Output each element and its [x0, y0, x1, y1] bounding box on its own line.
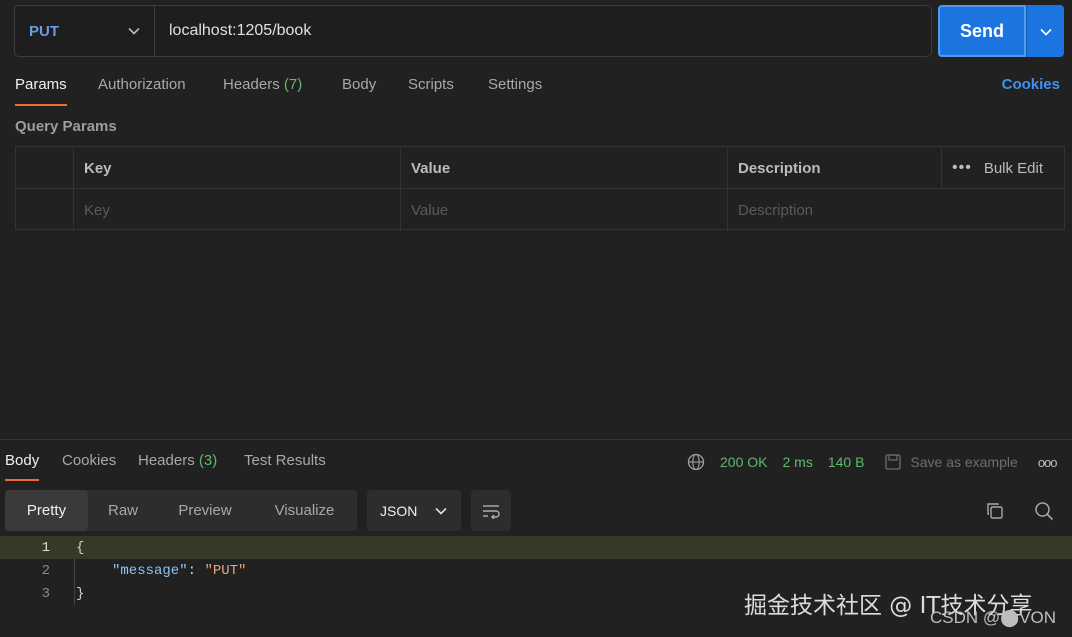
json-key: "message": [112, 562, 188, 579]
param-value-cell: [401, 189, 728, 231]
more-options-icon[interactable]: ooo: [1038, 455, 1058, 470]
response-tab-body[interactable]: Body: [5, 452, 40, 481]
format-select[interactable]: JSON: [367, 490, 461, 531]
param-key-cell: [74, 189, 401, 231]
row-checkbox-cell: [16, 189, 74, 231]
save-icon: [884, 453, 902, 471]
tab-settings[interactable]: Settings: [488, 76, 542, 93]
request-tabs: Params Authorization Headers (7) Body Sc…: [15, 74, 1060, 106]
send-button[interactable]: Send: [938, 5, 1026, 57]
view-visualize[interactable]: Visualize: [252, 490, 357, 531]
tab-params[interactable]: Params: [15, 76, 67, 106]
code-text: "message": "PUT": [112, 563, 246, 579]
chevron-down-icon: [128, 27, 140, 35]
save-as-example-button[interactable]: Save as example: [910, 454, 1017, 470]
tab-headers[interactable]: Headers (7): [223, 76, 302, 93]
more-options-icon[interactable]: •••: [952, 159, 972, 177]
response-tabs: Body Cookies Headers (3) Test Results 20…: [5, 451, 1072, 481]
json-value: "PUT": [204, 562, 247, 579]
tab-body[interactable]: Body: [342, 76, 376, 93]
params-header-row: Key Value Description ••• Bulk Edit: [16, 147, 1064, 189]
checkbox-column: [16, 147, 74, 189]
chevron-down-icon: [435, 507, 447, 515]
param-value-input[interactable]: [411, 201, 727, 219]
cookies-link[interactable]: Cookies: [1002, 76, 1060, 93]
view-pretty[interactable]: Pretty: [5, 490, 88, 531]
send-options-button[interactable]: [1026, 5, 1064, 57]
view-mode-group: Pretty Raw Preview Visualize: [5, 490, 357, 531]
response-headers-label: Headers: [138, 452, 195, 469]
format-label: JSON: [380, 502, 418, 519]
response-headers-count: (3): [198, 452, 218, 469]
params-table: Key Value Description ••• Bulk Edit: [15, 146, 1065, 231]
wrap-lines-button[interactable]: [471, 490, 511, 531]
send-group: Send: [938, 5, 1064, 57]
search-icon[interactable]: [1031, 498, 1057, 524]
code-line: 2 "message": "PUT": [0, 559, 1072, 582]
method-select[interactable]: PUT: [15, 6, 155, 56]
response-size[interactable]: 140 B: [828, 454, 865, 470]
chevron-down-icon: [1039, 24, 1052, 39]
column-value: Value: [401, 147, 728, 189]
globe-icon[interactable]: [687, 453, 705, 471]
line-number: 3: [41, 585, 50, 602]
bulk-edit-area: ••• Bulk Edit: [942, 147, 1066, 189]
line-number: 2: [41, 562, 50, 579]
status-code[interactable]: 200 OK: [720, 454, 767, 470]
method-label: PUT: [29, 22, 59, 40]
param-description-cell: [728, 189, 1064, 231]
copy-icon[interactable]: [982, 498, 1008, 524]
wrap-icon: [481, 503, 501, 519]
json-separator: :: [187, 562, 205, 579]
request-bar: PUT: [14, 5, 932, 57]
tab-scripts[interactable]: Scripts: [408, 76, 454, 93]
code-text: {: [76, 539, 85, 556]
param-description-input[interactable]: [738, 201, 1064, 219]
response-toolbar: Pretty Raw Preview Visualize JSON: [5, 490, 1065, 531]
column-key: Key: [74, 147, 401, 189]
bulk-edit-button[interactable]: Bulk Edit: [984, 160, 1043, 177]
response-status-area: 200 OK 2 ms 140 B Save as example ooo: [687, 451, 1058, 473]
response-time[interactable]: 2 ms: [782, 454, 812, 470]
code-text: }: [76, 585, 85, 602]
tab-authorization[interactable]: Authorization: [98, 76, 186, 93]
view-preview[interactable]: Preview: [158, 490, 252, 531]
response-divider[interactable]: [0, 439, 1072, 440]
headers-count: (7): [283, 76, 303, 93]
url-input[interactable]: [155, 6, 931, 56]
param-key-input[interactable]: [84, 201, 400, 219]
response-tab-cookies[interactable]: Cookies: [62, 452, 116, 469]
code-line: 1 {: [0, 536, 1072, 559]
params-row: [16, 189, 1064, 231]
view-raw[interactable]: Raw: [88, 490, 158, 531]
column-description: Description: [728, 147, 942, 189]
query-params-title: Query Params: [15, 118, 117, 135]
watermark-secondary: CSDN @⬤VON: [930, 608, 1057, 627]
response-tab-headers[interactable]: Headers (3): [138, 452, 217, 469]
response-tab-test-results[interactable]: Test Results: [244, 452, 326, 469]
tab-headers-label: Headers: [223, 76, 280, 93]
line-number: 1: [41, 539, 50, 556]
